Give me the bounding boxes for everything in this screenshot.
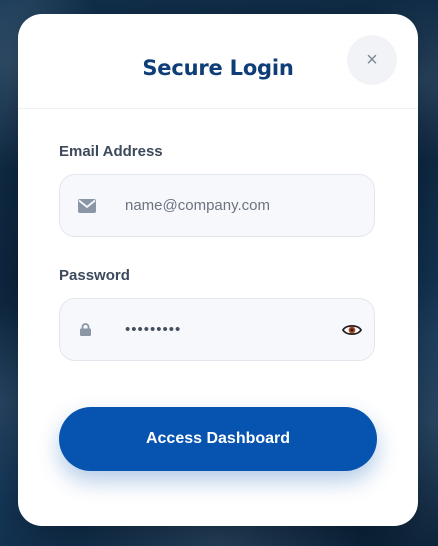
close-button[interactable]: ×: [347, 35, 397, 85]
lock-icon: [80, 299, 91, 360]
password-label: Password: [59, 267, 130, 284]
close-icon: ×: [366, 49, 378, 71]
login-modal: Secure Login × Email Address Password ••…: [18, 14, 418, 526]
envelope-icon: [78, 175, 96, 236]
access-dashboard-button[interactable]: Access Dashboard: [59, 407, 377, 471]
password-input[interactable]: •••••••••: [125, 299, 325, 360]
email-input[interactable]: [125, 175, 325, 236]
password-field[interactable]: •••••••••: [59, 298, 375, 361]
modal-header: Secure Login ×: [18, 14, 418, 109]
email-label: Email Address: [59, 143, 163, 160]
eye-icon[interactable]: [340, 299, 364, 360]
email-field[interactable]: [59, 174, 375, 237]
